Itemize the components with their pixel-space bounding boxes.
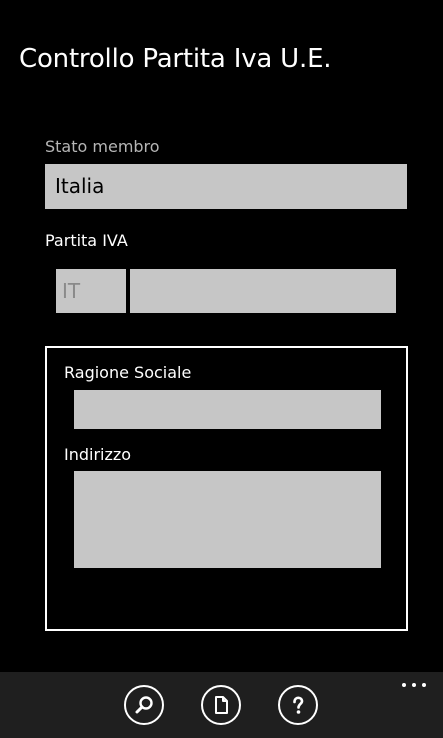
ellipsis-icon: [422, 683, 426, 687]
ellipsis-icon: [412, 683, 416, 687]
member-state-label: Stato membro: [45, 137, 160, 156]
search-icon: [135, 696, 153, 714]
document-button[interactable]: [201, 685, 241, 725]
ellipsis-icon: [402, 683, 406, 687]
vat-number-input[interactable]: [130, 269, 396, 313]
search-button[interactable]: [124, 685, 164, 725]
app-bar: [0, 672, 443, 738]
address-field: [74, 471, 381, 568]
member-state-select[interactable]: Italia: [45, 164, 407, 209]
company-name-label: Ragione Sociale: [64, 363, 192, 382]
company-name-field: [74, 390, 381, 429]
vat-country-prefix: IT: [56, 269, 126, 313]
page-title: Controllo Partita Iva U.E.: [19, 44, 332, 74]
vat-country-prefix-text: IT: [62, 279, 81, 303]
vat-label: Partita IVA: [45, 231, 128, 250]
member-state-value: Italia: [55, 174, 105, 198]
document-icon: [215, 696, 228, 714]
help-button[interactable]: [278, 685, 318, 725]
help-icon: [293, 696, 304, 714]
more-options-button[interactable]: [402, 680, 426, 690]
address-label: Indirizzo: [64, 445, 132, 464]
result-panel: Ragione Sociale Indirizzo: [45, 346, 408, 631]
